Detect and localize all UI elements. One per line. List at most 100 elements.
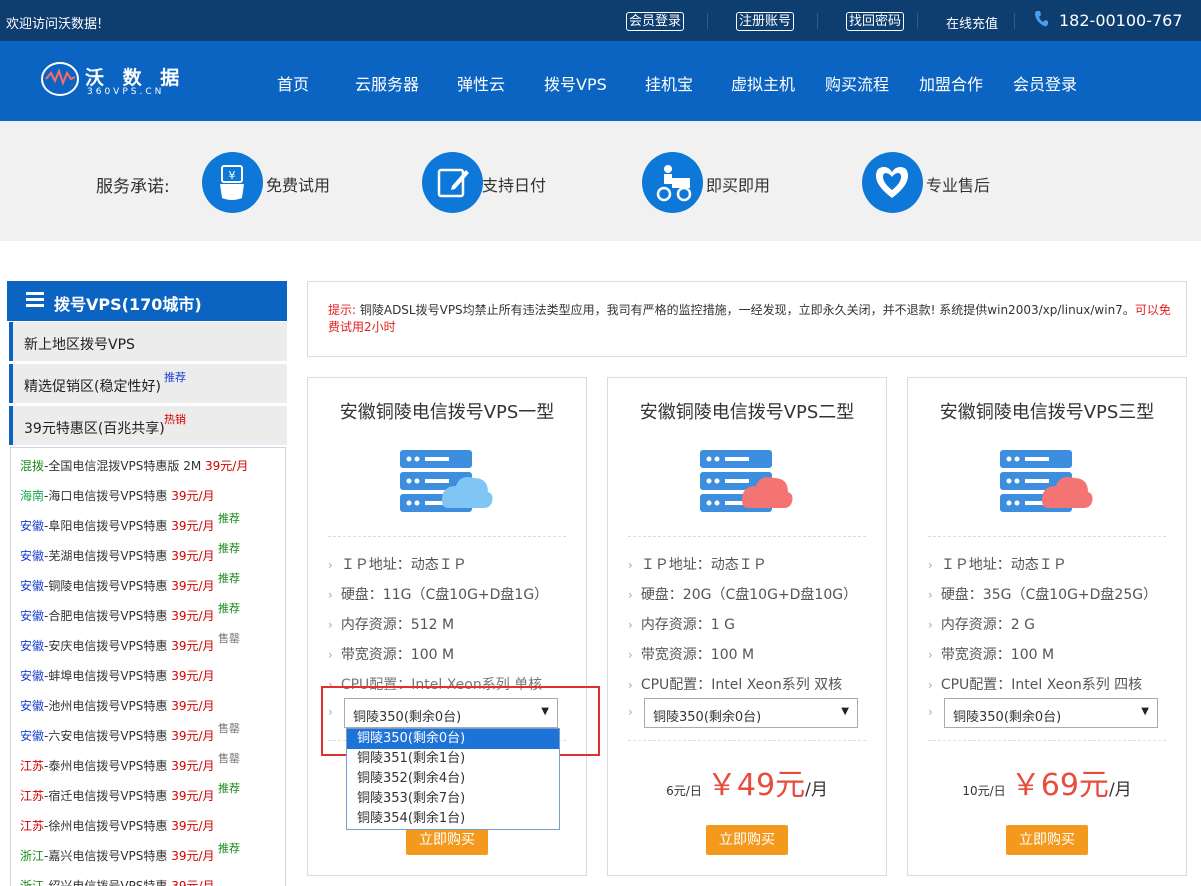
nav-elastic-cloud[interactable]: 弹性云 [457, 71, 505, 95]
free-trial-icon: ¥ [202, 152, 263, 213]
register-link[interactable]: 注册账号 [736, 12, 795, 31]
phone-number: 182-00100-767 [1059, 11, 1183, 30]
member-login-link[interactable]: 会员登录 [626, 12, 685, 31]
sidebar-product-item[interactable]: 安徽-合肥电信拨号VPS特惠 39元/月 推荐 [20, 602, 240, 623]
notice-text: 提示: 铜陵ADSL拨号VPS均禁止所有违法类型应用，我司有严格的监控措施，一经… [328, 302, 1173, 336]
spec-text: 带宽资源：100 M [940, 647, 1055, 663]
nav-virtual-host[interactable]: 虚拟主机 [731, 71, 795, 95]
nav-hosting-box[interactable]: 挂机宝 [645, 71, 693, 95]
region-label: 安徽 [20, 669, 45, 683]
daily-price: 10元/日 [962, 784, 1006, 798]
dropdown-option[interactable]: 铜陵353(剩余7台) [347, 789, 559, 809]
list-icon [26, 292, 44, 307]
find-password-link[interactable]: 找回密码 [846, 12, 905, 31]
product-name: -泰州电信拨号VPS特惠 [44, 759, 172, 773]
nav-cloud-server[interactable]: 云服务器 [355, 71, 419, 95]
product-name: -芜湖电信拨号VPS特惠 [44, 549, 172, 563]
product-tag: 售罄 [218, 752, 240, 765]
sidebar-product-item[interactable]: 浙江-嘉兴电信拨号VPS特惠 39元/月 推荐 [20, 842, 240, 863]
chevron-right-icon: › [928, 678, 933, 692]
online-recharge-link[interactable]: 在线充值 [946, 13, 998, 32]
product-tag: 售罄 [218, 632, 240, 645]
divider [1014, 13, 1015, 29]
dropdown-option[interactable]: 铜陵354(剩余1台) [347, 809, 559, 829]
price-unit: /月 [1108, 780, 1132, 800]
sidebar-cat-new-regions[interactable]: 新上地区拨号VPS [9, 322, 287, 361]
sidebar-cat-39-special[interactable]: 39元特惠区(百兆共享) 热销 [9, 406, 287, 445]
notice-label: 提示: [328, 303, 357, 317]
sidebar-title: 拨号VPS(170城市) [54, 295, 202, 314]
product-price: 39元/月 [171, 519, 215, 533]
spec-item: › CPU配置：Intel Xeon系列 单核 [328, 674, 543, 693]
product-tag: 推荐 [218, 602, 240, 615]
product-tag: 推荐 [218, 542, 240, 555]
price: 6元/日 ￥49元/月 [608, 760, 886, 804]
region-label: 安徽 [20, 519, 45, 533]
spec-item: › 硬盘：11G（C盘10G+D盘1G） [328, 584, 548, 603]
sidebar-product-item[interactable]: 浙江-绍兴电信拨号VPS特惠 39元/月 [20, 877, 215, 886]
site-logo[interactable]: 沃 数 据 360VPS.CN [40, 61, 190, 101]
product-name: -嘉兴电信拨号VPS特惠 [44, 849, 172, 863]
spec-text: 硬盘：35G（C盘10G+D盘25G） [940, 587, 1158, 603]
sidebar-product-item[interactable]: 江苏-徐州电信拨号VPS特惠 39元/月 [20, 817, 215, 833]
sidebar-product-item[interactable]: 安徽-铜陵电信拨号VPS特惠 39元/月 推荐 [20, 572, 240, 593]
server-icon [400, 450, 493, 512]
sidebar-product-item[interactable]: 安徽-六安电信拨号VPS特惠 39元/月 售罄 [20, 722, 240, 743]
product-price: 39元/月 [171, 549, 215, 563]
sidebar-product-item[interactable]: 安徽-蚌埠电信拨号VPS特惠 39元/月 [20, 667, 215, 683]
product-name: -池州电信拨号VPS特惠 [44, 699, 172, 713]
sidebar-product-item[interactable]: 安徽-芜湖电信拨号VPS特惠 39元/月 推荐 [20, 542, 240, 563]
server-node-select[interactable]: 铜陵350(剩余0台) ▼ [944, 698, 1158, 728]
product-name: -铜陵电信拨号VPS特惠 [44, 579, 172, 593]
nav-dial-vps[interactable]: 拨号VPS [544, 71, 607, 95]
divider [707, 13, 708, 29]
notice-box: 提示: 铜陵ADSL拨号VPS均禁止所有违法类型应用，我司有严格的监控措施，一经… [307, 281, 1187, 357]
nav-home[interactable]: 首页 [277, 71, 309, 95]
spec-item: › ＩＰ地址：动态ＩＰ [328, 554, 467, 573]
divider [328, 536, 566, 537]
sidebar-product-item[interactable]: 江苏-泰州电信拨号VPS特惠 39元/月 售罄 [20, 752, 240, 773]
svg-text:¥: ¥ [229, 169, 236, 182]
product-price: 39元/月 [171, 489, 215, 503]
spec-item: › 硬盘：35G（C盘10G+D盘25G） [928, 584, 1158, 603]
sidebar-product-item[interactable]: 安徽-安庆电信拨号VPS特惠 39元/月 售罄 [20, 632, 240, 653]
buy-now-button[interactable]: 立即购买 [1006, 825, 1088, 855]
product-price: 39元/月 [171, 759, 215, 773]
server-node-select[interactable]: 铜陵350(剩余0台) ▼ [344, 698, 558, 728]
sidebar-product-item[interactable]: 安徽-阜阳电信拨号VPS特惠 39元/月 推荐 [20, 512, 240, 533]
dropdown-option[interactable]: 铜陵351(剩余1台) [347, 749, 559, 769]
chevron-right-icon: › [328, 588, 333, 602]
sidebar-header: 拨号VPS(170城市) [7, 281, 287, 321]
notice-body: 铜陵ADSL拨号VPS均禁止所有违法类型应用，我司有严格的监控措施，一经发现，立… [356, 303, 1135, 317]
product-price: 39元/月 [171, 819, 215, 833]
promise-daily-pay: 支持日付 [482, 176, 547, 195]
divider [928, 536, 1166, 537]
sidebar-cat-featured[interactable]: 精选促销区(稳定性好) 推荐 [9, 364, 287, 403]
chevron-right-icon: › [328, 618, 333, 632]
region-label: 安徽 [20, 639, 45, 653]
chevron-right-icon: › [628, 678, 633, 692]
product-tag: 推荐 [218, 782, 240, 795]
chevron-right-icon: › [928, 705, 933, 719]
promise-instant-use: 即买即用 [706, 176, 771, 195]
product-name: -绍兴电信拨号VPS特惠 [44, 879, 172, 886]
sidebar-product-item[interactable]: 江苏-宿迁电信拨号VPS特惠 39元/月 推荐 [20, 782, 240, 803]
buy-now-button[interactable]: 立即购买 [706, 825, 788, 855]
dropdown-option[interactable]: 铜陵350(剩余0台) [347, 729, 559, 749]
region-label: 混拨 [20, 459, 45, 473]
product-price: 39元/月 [171, 639, 215, 653]
dropdown-option[interactable]: 铜陵352(剩余4台) [347, 769, 559, 789]
spec-text: 内存资源：2 G [940, 617, 1036, 633]
sidebar-product-item[interactable]: 海南-海口电信拨号VPS特惠 39元/月 [20, 487, 215, 503]
spec-text: CPU配置：Intel Xeon系列 单核 [340, 677, 543, 693]
support-heart-icon [862, 152, 923, 213]
recommend-badge: 推荐 [164, 371, 186, 384]
nav-purchase-flow[interactable]: 购买流程 [825, 71, 889, 95]
sidebar-product-item[interactable]: 安徽-池州电信拨号VPS特惠 39元/月 [20, 697, 215, 713]
server-node-select[interactable]: 铜陵350(剩余0台) ▼ [644, 698, 858, 728]
nav-member-login[interactable]: 会员登录 [1013, 71, 1077, 95]
chevron-right-icon: › [328, 558, 333, 572]
chevron-right-icon: › [628, 588, 633, 602]
nav-franchise[interactable]: 加盟合作 [919, 71, 983, 95]
sidebar-product-item[interactable]: 混拨-全国电信混拨VPS特惠版 2M 39元/月 [20, 457, 248, 473]
